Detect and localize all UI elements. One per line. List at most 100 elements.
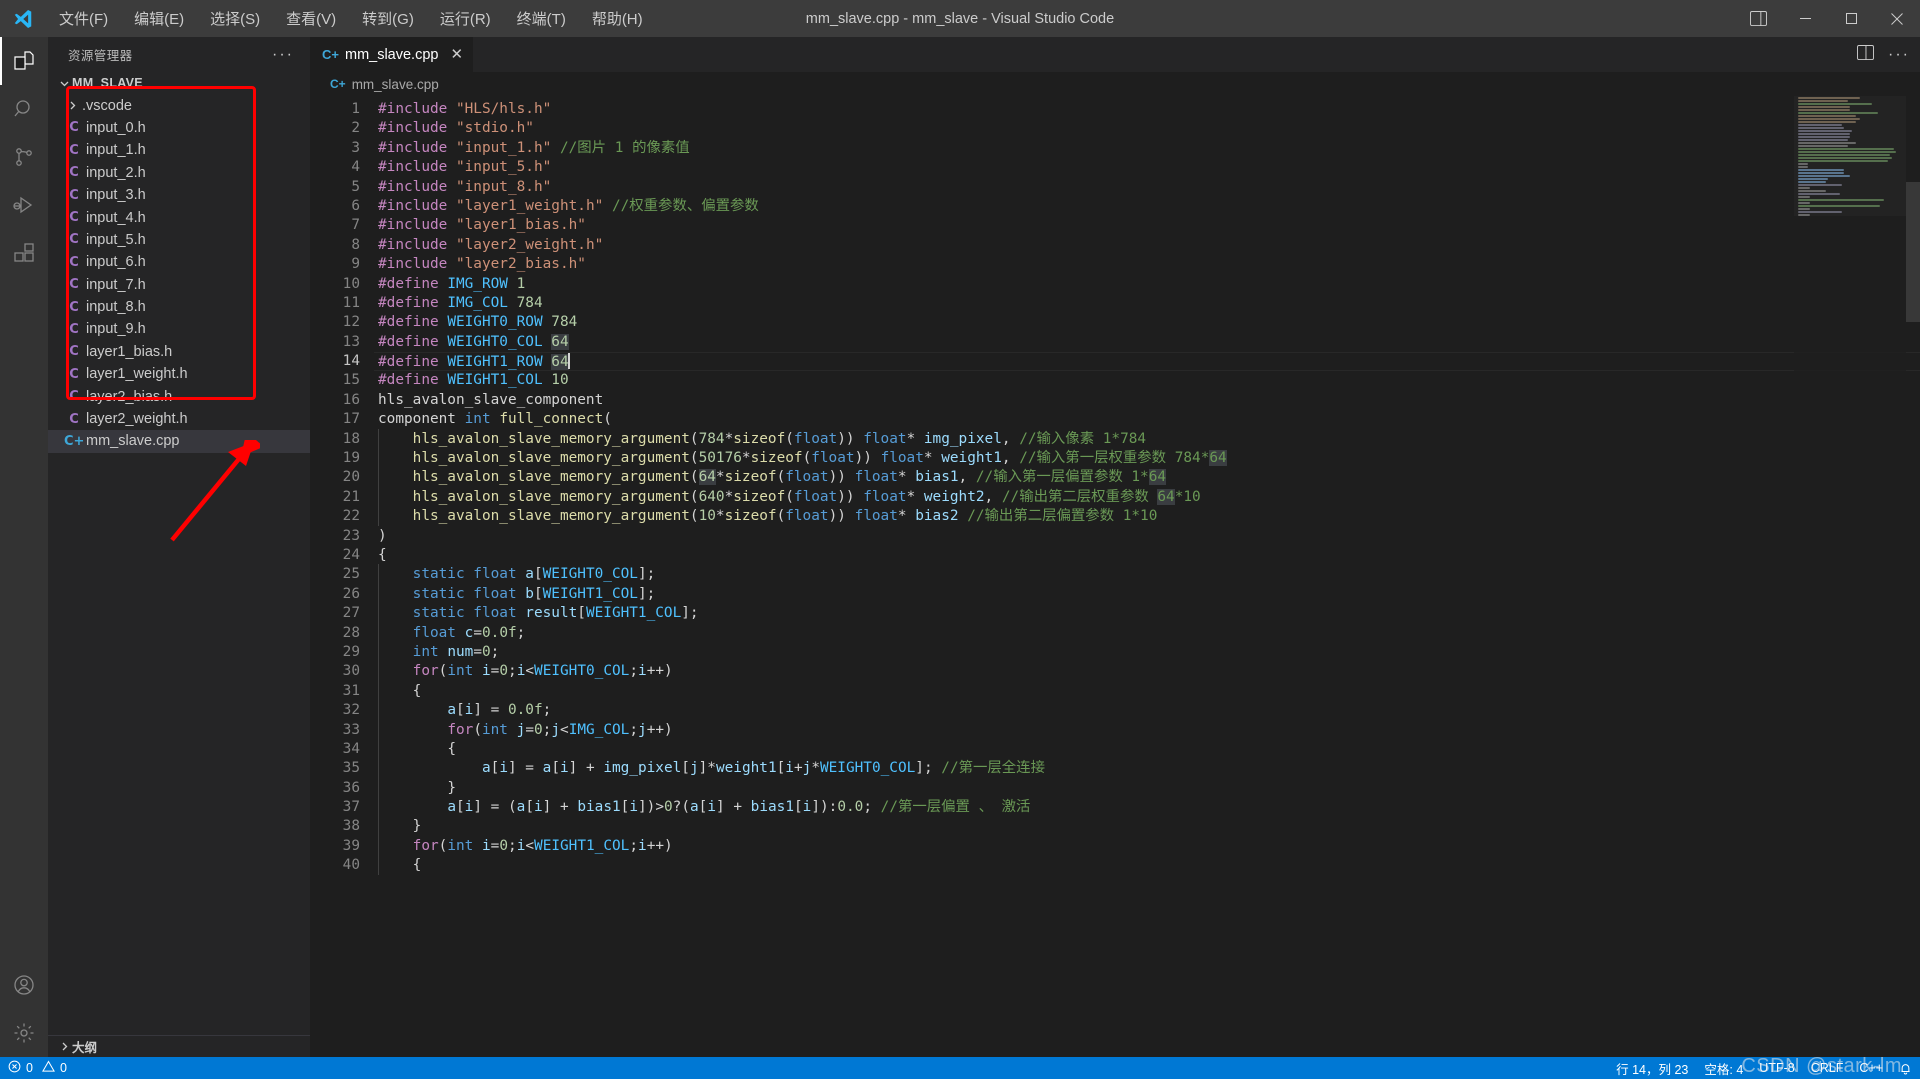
status-cursor-position[interactable]: 行 14，列 23 — [1608, 1059, 1696, 1078]
code-line[interactable]: { — [374, 682, 1920, 701]
tree-item-input_1[interactable]: C input_1.h — [48, 139, 310, 161]
code-line[interactable]: for(int i=0;i<WEIGHT0_COL;i++) — [374, 662, 1920, 681]
code-line[interactable]: #define IMG_ROW 1 — [374, 275, 1920, 294]
tree-item-input_4[interactable]: C input_4.h — [48, 206, 310, 228]
code-line[interactable]: hls_avalon_slave_component — [374, 391, 1920, 410]
code-line[interactable]: for(int i=0;i<WEIGHT1_COL;i++) — [374, 837, 1920, 856]
accounts-icon[interactable] — [0, 961, 48, 1009]
extensions-icon[interactable] — [0, 229, 48, 277]
status-language-mode[interactable]: C++ — [1851, 1061, 1891, 1075]
code-line[interactable]: float c=0.0f; — [374, 624, 1920, 643]
menu-selection[interactable]: 选择(S) — [197, 0, 273, 37]
code-line[interactable]: } — [374, 817, 1920, 836]
code-line[interactable]: #include "layer1_weight.h" //权重参数、偏置参数 — [374, 197, 1920, 216]
code-line[interactable]: ) — [374, 527, 1920, 546]
code-line[interactable]: component int full_connect( — [374, 410, 1920, 429]
status-eol[interactable]: CRLF — [1803, 1061, 1852, 1075]
split-editor-icon[interactable] — [1857, 44, 1874, 65]
tree-item-layer1_bias[interactable]: C layer1_bias.h — [48, 341, 310, 363]
code-line[interactable]: #include "input_8.h" — [374, 178, 1920, 197]
code-line[interactable]: #include "input_1.h" //图片 1 的像素值 — [374, 139, 1920, 158]
close-button[interactable] — [1874, 0, 1920, 37]
code-line[interactable]: hls_avalon_slave_memory_argument(64*size… — [374, 468, 1920, 487]
code-line[interactable]: #include "layer2_weight.h" — [374, 236, 1920, 255]
run-debug-icon[interactable] — [0, 181, 48, 229]
code-content[interactable]: #include "HLS/hls.h" #include "stdio.h" #i… — [374, 96, 1920, 1057]
search-icon[interactable] — [0, 85, 48, 133]
code-line[interactable]: { — [374, 856, 1920, 875]
code-line[interactable]: #include "stdio.h" — [374, 119, 1920, 138]
code-line[interactable]: a[i] = (a[i] + bias1[i])>0?(a[i] + bias1… — [374, 798, 1920, 817]
sidebar-more-actions-icon[interactable]: ··· — [264, 46, 302, 64]
status-encoding[interactable]: UTF-8 — [1751, 1061, 1802, 1075]
menu-go[interactable]: 转到(G) — [349, 0, 427, 37]
tree-item-mm_slave-cpp[interactable]: C+ mm_slave.cpp — [48, 430, 310, 453]
status-indentation[interactable]: 空格: 4 — [1696, 1059, 1751, 1078]
code-line[interactable]: int num=0; — [374, 643, 1920, 662]
customize-layout-icon[interactable] — [1734, 0, 1782, 37]
notifications-bell-icon[interactable] — [1891, 1062, 1920, 1075]
tree-item-input_0[interactable]: C input_0.h — [48, 117, 310, 139]
minimap[interactable] — [1794, 96, 1906, 1057]
tree-item-layer2_bias[interactable]: C layer2_bias.h — [48, 385, 310, 407]
code-line[interactable]: hls_avalon_slave_memory_argument(50176*s… — [374, 449, 1920, 468]
code-editor[interactable]: 1 2 3 4 5 6 7 8 9 10 11 12 13 14 15 16 17 18 19 20 21 22 23 24 2… — [310, 96, 1920, 1057]
tree-item-vscode-folder[interactable]: .vscode — [48, 94, 310, 116]
code-line[interactable]: static float a[WEIGHT0_COL]; — [374, 565, 1920, 584]
tree-item-input_6[interactable]: C input_6.h — [48, 251, 310, 273]
status-problems[interactable]: 0 0 — [0, 1057, 75, 1079]
tree-item-input_5[interactable]: C input_5.h — [48, 229, 310, 251]
code-line[interactable]: static float result[WEIGHT1_COL]; — [374, 604, 1920, 623]
scrollbar-thumb[interactable] — [1906, 182, 1920, 322]
tree-root-folder[interactable]: MM_SLAVE — [48, 72, 310, 94]
code-line[interactable]: a[i] = 0.0f; — [374, 701, 1920, 720]
breadcrumb[interactable]: C+ mm_slave.cpp — [310, 72, 1920, 96]
tab-mm_slave-cpp[interactable]: C+ mm_slave.cpp ✕ — [310, 37, 475, 72]
tree-item-layer2_weight[interactable]: C layer2_weight.h — [48, 408, 310, 430]
code-line[interactable]: #include "HLS/hls.h" — [374, 100, 1920, 119]
code-line[interactable]: { — [374, 740, 1920, 759]
outline-panel-header[interactable]: 大纲 — [48, 1035, 310, 1057]
menu-file[interactable]: 文件(F) — [46, 0, 121, 37]
code-line[interactable]: #define WEIGHT0_ROW 784 — [374, 313, 1920, 332]
code-line[interactable]: hls_avalon_slave_memory_argument(640*siz… — [374, 488, 1920, 507]
maximize-button[interactable] — [1828, 0, 1874, 37]
tree-item-input_2[interactable]: C input_2.h — [48, 162, 310, 184]
editor-more-actions-icon[interactable]: ··· — [1888, 46, 1910, 64]
tree-item-input_7[interactable]: C input_7.h — [48, 274, 310, 296]
tree-item-label: layer2_bias.h — [86, 388, 173, 405]
menu-terminal[interactable]: 终端(T) — [504, 0, 579, 37]
code-line[interactable]: #define WEIGHT0_COL 64 — [374, 333, 1920, 352]
menu-view[interactable]: 查看(V) — [273, 0, 349, 37]
code-line[interactable]: a[i] = a[i] + img_pixel[j]*weight1[i+j*W… — [374, 759, 1920, 778]
menu-run[interactable]: 运行(R) — [427, 0, 504, 37]
menu-help[interactable]: 帮助(H) — [579, 0, 656, 37]
code-line[interactable]: #define WEIGHT1_ROW 64 — [374, 352, 1920, 372]
source-control-icon[interactable] — [0, 133, 48, 181]
code-token: #include — [378, 197, 456, 214]
code-line[interactable]: hls_avalon_slave_memory_argument(10*size… — [374, 507, 1920, 526]
minimap-slider[interactable] — [1794, 96, 1906, 216]
code-line[interactable]: for(int j=0;j<IMG_COL;j++) — [374, 721, 1920, 740]
code-line[interactable]: #include "layer2_bias.h" — [374, 255, 1920, 274]
menu-edit[interactable]: 编辑(E) — [121, 0, 197, 37]
code-line[interactable]: hls_avalon_slave_memory_argument(784*siz… — [374, 430, 1920, 449]
code-line[interactable]: #include "input_5.h" — [374, 158, 1920, 177]
code-line[interactable]: #define IMG_COL 784 — [374, 294, 1920, 313]
code-line[interactable]: } — [374, 779, 1920, 798]
editor-scrollbar[interactable] — [1906, 96, 1920, 1057]
code-line[interactable]: static float b[WEIGHT1_COL]; — [374, 585, 1920, 604]
code-line[interactable]: #define WEIGHT1_COL 10 — [374, 371, 1920, 390]
settings-gear-icon[interactable] — [0, 1009, 48, 1057]
tree-item-input_9[interactable]: C input_9.h — [48, 318, 310, 340]
code-line[interactable]: { — [374, 546, 1920, 565]
tree-item-input_8[interactable]: C input_8.h — [48, 296, 310, 318]
tree-item-layer1_weight[interactable]: C layer1_weight.h — [48, 363, 310, 385]
file-tree[interactable]: MM_SLAVE .vscode C input_0.h C input_1.h… — [48, 72, 310, 1035]
code-line[interactable]: #include "layer1_bias.h" — [374, 216, 1920, 235]
tree-item-input_3[interactable]: C input_3.h — [48, 184, 310, 206]
explorer-icon[interactable] — [0, 37, 48, 85]
close-icon[interactable]: ✕ — [450, 47, 463, 62]
minimize-button[interactable] — [1782, 0, 1828, 37]
